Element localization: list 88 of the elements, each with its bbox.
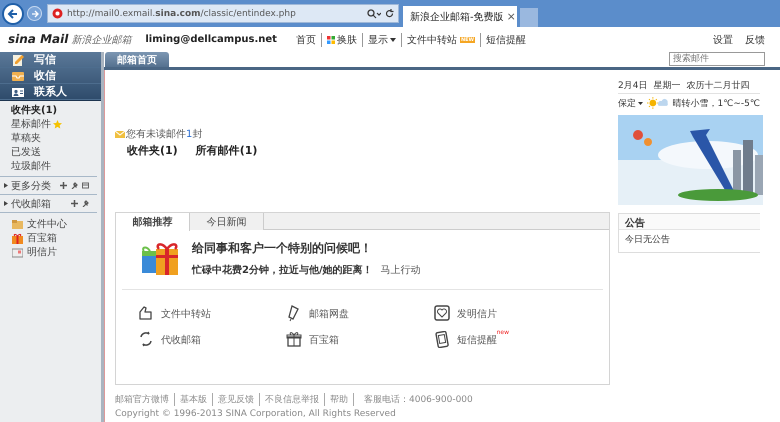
- tab-title: 新浪企业邮箱-免费版: [410, 10, 504, 24]
- envelope-icon: [12, 70, 24, 82]
- gift-icon: [286, 331, 302, 348]
- nav-link[interactable]: 首页: [290, 32, 321, 46]
- feature-link[interactable]: 文件中转站: [138, 305, 286, 322]
- sidebar-action[interactable]: 联系人: [0, 84, 101, 100]
- forward-arrow-icon: [30, 10, 38, 18]
- new-label: new: [496, 328, 509, 336]
- browser-tab[interactable]: 新浪企业邮箱-免费版 ×: [403, 6, 517, 27]
- usb-drive-icon: [286, 305, 302, 322]
- contact-card-icon: [12, 86, 24, 98]
- support-phone: 客服电话：4006-900-000: [353, 393, 473, 406]
- caret-icon: [390, 38, 396, 42]
- collapsed-icon: [3, 183, 8, 188]
- hand-icon: [138, 305, 154, 322]
- sidebar-app[interactable]: 百宝箱: [12, 231, 101, 245]
- sidebar-app[interactable]: 明信片: [12, 245, 101, 259]
- nav-link[interactable]: 显示: [362, 32, 401, 46]
- promo-text: 忙碌中花费2分钟，拉近与他/她的距离！: [192, 263, 373, 276]
- date-text: 2月4日: [618, 80, 648, 92]
- logo[interactable]: sina Mail: [8, 32, 68, 46]
- panel-tab[interactable]: 邮箱推荐: [116, 213, 190, 231]
- folder-item[interactable]: 收件夹(1): [11, 103, 97, 117]
- sidebar-action[interactable]: 收信: [0, 68, 101, 84]
- nav-link[interactable]: 换肤: [320, 32, 362, 46]
- address-bar[interactable]: http://mail0.exmail.sina.com/classic/entindex.php: [47, 4, 399, 23]
- footer-link[interactable]: 基本版: [174, 393, 212, 406]
- forward-button[interactable]: [27, 6, 42, 21]
- refresh-icon[interactable]: [385, 9, 394, 18]
- url-text: http://mail0.exmail.sina.com/classic/entindex.php: [67, 8, 297, 18]
- postcard-icon: [12, 246, 23, 258]
- folder-item[interactable]: 垃圾邮件: [11, 159, 97, 173]
- back-button[interactable]: [2, 2, 24, 24]
- group-toggle[interactable]: 更多分类: [3, 178, 51, 192]
- unread-notice: 您有未读邮件1封: [126, 128, 202, 141]
- footer-link[interactable]: 帮助: [324, 393, 353, 406]
- feature-link[interactable]: 百宝箱: [286, 331, 434, 348]
- site-icon: [52, 8, 63, 19]
- folder-item[interactable]: 星标邮件: [11, 117, 97, 131]
- copyright-text: Copyright © 1996-2013 SINA Corporation, All Rights Reserved: [115, 409, 397, 419]
- caret-icon: [638, 102, 643, 104]
- group-toggle[interactable]: 代收邮箱: [3, 196, 51, 210]
- palette-icon: [326, 36, 335, 44]
- page-tab[interactable]: 邮箱首页: [105, 52, 169, 67]
- footer-link[interactable]: 邮箱官方微博: [115, 393, 174, 406]
- nav-link[interactable]: 短信提醒: [480, 32, 532, 46]
- notice-title: 公告: [619, 214, 760, 230]
- feature-link[interactable]: 邮箱网盘: [286, 305, 434, 322]
- gift-icon: [12, 232, 23, 244]
- search-icon[interactable]: [367, 8, 381, 18]
- plus-icon[interactable]: [60, 182, 67, 189]
- footer-link[interactable]: 意见反馈: [212, 393, 259, 406]
- feature-link[interactable]: 代收邮箱: [138, 331, 286, 348]
- star-icon: [53, 120, 62, 128]
- account-email: liming@dellcampus.net: [145, 34, 277, 45]
- action-link[interactable]: 马上行动: [380, 262, 421, 276]
- phone-icon: [434, 331, 450, 348]
- envelope-icon: [115, 130, 125, 138]
- mailbox-link[interactable]: 收件夹(1): [127, 143, 178, 158]
- pin-icon[interactable]: [71, 182, 78, 189]
- pin-icon[interactable]: [82, 200, 89, 207]
- folder-item[interactable]: 已发送: [11, 145, 97, 159]
- unread-count-link[interactable]: 1: [186, 129, 192, 140]
- city-selector[interactable]: 保定: [618, 96, 643, 110]
- footer-link[interactable]: 不良信息举报: [259, 393, 324, 406]
- swap-arrows-icon: [138, 331, 154, 348]
- feature-link[interactable]: 发明信片: [434, 305, 582, 322]
- sidebar-action[interactable]: 写信: [0, 52, 101, 68]
- pencil-icon: [12, 54, 24, 66]
- date-text: 星期一: [653, 80, 680, 92]
- plus-icon[interactable]: [71, 200, 78, 207]
- logo-subtitle: 新浪企业邮箱: [71, 34, 132, 47]
- close-tab-button[interactable]: ×: [506, 10, 516, 23]
- search-field[interactable]: 搜索邮件: [669, 52, 765, 66]
- promo-headline: 给同事和客户一个特别的问候吧！: [192, 240, 373, 256]
- notice-text: 今日无公告: [624, 234, 671, 246]
- panel-tab[interactable]: 今日新闻: [190, 213, 264, 230]
- back-arrow-icon: [7, 8, 19, 20]
- sidebar-app[interactable]: 文件中心: [12, 217, 101, 231]
- weather-icon: [647, 97, 669, 109]
- header-link[interactable]: 设置: [713, 32, 733, 46]
- collapsed-icon: [3, 201, 8, 206]
- folder-item[interactable]: 草稿夹: [11, 131, 97, 145]
- header-link[interactable]: 反馈: [745, 32, 765, 46]
- date-text: 农历十二月廿四: [686, 80, 750, 92]
- weather-text: 晴转小雪，1℃~-5℃: [672, 98, 760, 110]
- heart-frame-icon: [434, 305, 450, 322]
- mailbox-link[interactable]: 所有邮件(1): [196, 143, 258, 158]
